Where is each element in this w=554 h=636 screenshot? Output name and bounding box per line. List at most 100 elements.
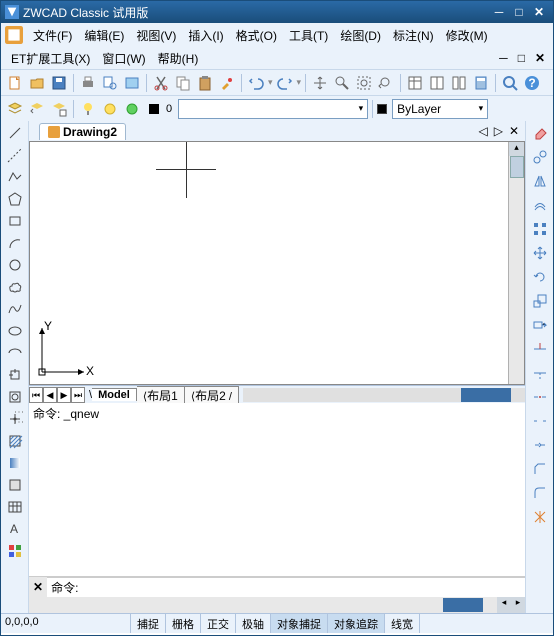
help-button[interactable]: ?: [522, 73, 542, 93]
offset-button[interactable]: [530, 195, 550, 215]
paste-button[interactable]: [195, 73, 215, 93]
undo-dropdown-icon[interactable]: ▾: [268, 77, 273, 88]
layout-first-button[interactable]: ⏮: [29, 387, 43, 403]
layout-next-button[interactable]: ▶: [57, 387, 71, 403]
menu-insert[interactable]: 插入(I): [182, 25, 229, 46]
layer-previous-button[interactable]: [27, 99, 47, 119]
rotate-button[interactable]: [530, 267, 550, 287]
gradient-button[interactable]: [4, 453, 26, 473]
zoom-extents-button[interactable]: [500, 73, 520, 93]
palette-button[interactable]: [4, 541, 26, 561]
properties-button[interactable]: [405, 73, 425, 93]
mdi-restore-button[interactable]: □: [514, 51, 529, 65]
menu-draw[interactable]: 绘图(D): [334, 25, 387, 46]
drawing-canvas[interactable]: Y X: [30, 142, 508, 384]
match-properties-button[interactable]: [217, 73, 237, 93]
revision-cloud-button[interactable]: [4, 277, 26, 297]
document-tab[interactable]: Drawing2: [39, 123, 126, 140]
menu-help[interactable]: 帮助(H): [152, 48, 205, 69]
menu-window[interactable]: 窗口(W): [96, 48, 151, 69]
layer-freeze-icon[interactable]: [100, 99, 120, 119]
redo-button[interactable]: [275, 73, 295, 93]
copy-object-button[interactable]: [530, 147, 550, 167]
scroll-right-icon[interactable]: ▸: [511, 597, 525, 613]
layout-tab-model[interactable]: Model: [92, 388, 137, 401]
stretch-button[interactable]: [530, 315, 550, 335]
cmd-grip-icon[interactable]: ⋮⋮: [13, 407, 24, 427]
break-at-point-button[interactable]: [530, 387, 550, 407]
layout-last-button[interactable]: ⏭: [71, 387, 85, 403]
pan-button[interactable]: [310, 73, 330, 93]
layout-prev-button[interactable]: ◀: [43, 387, 57, 403]
mirror-button[interactable]: [530, 171, 550, 191]
close-button[interactable]: ✕: [529, 5, 549, 19]
mdi-close-button[interactable]: ✕: [531, 51, 549, 65]
tab-prev-icon[interactable]: ◁: [476, 124, 489, 138]
trim-button[interactable]: [530, 339, 550, 359]
polygon-button[interactable]: [4, 189, 26, 209]
maximize-button[interactable]: □: [509, 5, 529, 19]
array-button[interactable]: [530, 219, 550, 239]
zoom-window-button[interactable]: [354, 73, 374, 93]
polyline-button[interactable]: [4, 167, 26, 187]
hscroll-thumb[interactable]: [461, 388, 511, 402]
publish-button[interactable]: [122, 73, 142, 93]
status-lwt[interactable]: 线宽: [385, 614, 420, 633]
color-swatch[interactable]: [377, 104, 387, 114]
linetype-dropdown[interactable]: ByLayer ▾: [392, 99, 488, 119]
circle-button[interactable]: [4, 255, 26, 275]
calculator-button[interactable]: [471, 73, 491, 93]
zoom-previous-button[interactable]: [376, 73, 396, 93]
layer-color-icon[interactable]: [144, 99, 164, 119]
spline-button[interactable]: [4, 299, 26, 319]
arc-button[interactable]: [4, 233, 26, 253]
layout-tab-2[interactable]: ⟨布局2 /: [185, 386, 239, 404]
copy-button[interactable]: [173, 73, 193, 93]
layer-lock-icon[interactable]: [122, 99, 142, 119]
command-input[interactable]: [82, 581, 521, 595]
extend-button[interactable]: [530, 363, 550, 383]
menu-tools[interactable]: 工具(T): [283, 25, 334, 46]
rectangle-button[interactable]: [4, 211, 26, 231]
undo-button[interactable]: [246, 73, 266, 93]
scroll-left-icon[interactable]: ◂: [497, 597, 511, 613]
vertical-scrollbar[interactable]: ▴: [508, 142, 524, 384]
fillet-button[interactable]: [530, 483, 550, 503]
status-ortho[interactable]: 正交: [201, 614, 236, 633]
explode-button[interactable]: [530, 507, 550, 527]
new-button[interactable]: [5, 73, 25, 93]
zoom-realtime-button[interactable]: [332, 73, 352, 93]
layer-states-button[interactable]: [49, 99, 69, 119]
design-center-button[interactable]: [427, 73, 447, 93]
save-button[interactable]: [49, 73, 69, 93]
layer-dropdown[interactable]: ▾: [178, 99, 368, 119]
menu-file[interactable]: 文件(F): [27, 25, 78, 46]
horizontal-scrollbar[interactable]: [243, 388, 525, 402]
tab-close-icon[interactable]: ✕: [507, 124, 521, 138]
vscroll-thumb[interactable]: [510, 156, 524, 178]
status-otrack[interactable]: 对象追踪: [328, 614, 385, 633]
status-grid[interactable]: 栅格: [166, 614, 201, 633]
join-button[interactable]: [530, 435, 550, 455]
minimize-button[interactable]: ─: [489, 5, 509, 19]
region-button[interactable]: [4, 475, 26, 495]
scale-button[interactable]: [530, 291, 550, 311]
line-button[interactable]: [4, 123, 26, 143]
menu-modify[interactable]: 修改(M): [440, 25, 494, 46]
ellipse-arc-button[interactable]: [4, 343, 26, 363]
menu-view[interactable]: 视图(V): [130, 25, 182, 46]
table-button[interactable]: [4, 497, 26, 517]
cmd-scroll-thumb[interactable]: [443, 598, 483, 612]
status-snap[interactable]: 捕捉: [131, 614, 166, 633]
layer-manager-button[interactable]: [5, 99, 25, 119]
layer-on-icon[interactable]: [78, 99, 98, 119]
print-button[interactable]: [78, 73, 98, 93]
layout-tab-1[interactable]: ⟨布局1: [137, 386, 185, 404]
menu-ettools[interactable]: ET扩展工具(X): [5, 48, 96, 69]
tool-palettes-button[interactable]: [449, 73, 469, 93]
construction-line-button[interactable]: [4, 145, 26, 165]
make-block-button[interactable]: [4, 387, 26, 407]
mdi-minimize-button[interactable]: ─: [495, 51, 512, 65]
erase-button[interactable]: [530, 123, 550, 143]
tab-next-icon[interactable]: ▷: [492, 124, 505, 138]
